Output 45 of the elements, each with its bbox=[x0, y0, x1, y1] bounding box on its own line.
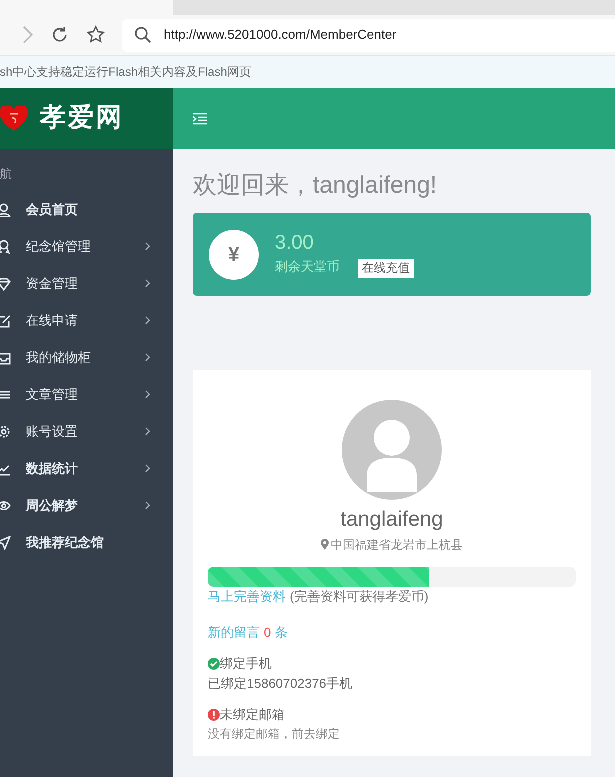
sidebar-item[interactable]: 纪念馆管理 bbox=[0, 228, 173, 265]
edit-icon bbox=[0, 314, 11, 328]
heart-logo-icon bbox=[0, 106, 28, 132]
yen-icon: ¥ bbox=[209, 230, 259, 280]
avatar-silhouette-icon bbox=[342, 400, 442, 500]
reload-icon[interactable] bbox=[50, 25, 70, 45]
sidebar-item[interactable]: 账号设置 bbox=[0, 413, 173, 450]
message-count: 0 bbox=[264, 624, 272, 642]
sidebar-item[interactable]: 会员首页 bbox=[0, 191, 173, 228]
menu-indent-icon[interactable] bbox=[193, 112, 207, 124]
map-pin-icon bbox=[321, 539, 329, 550]
sidebar-item[interactable]: 周公解梦 bbox=[0, 487, 173, 524]
address-bar[interactable]: http://www.5201000.com/MemberCenter bbox=[122, 18, 615, 52]
url-text: http://www.5201000.com/MemberCenter bbox=[164, 26, 397, 44]
diamond-icon bbox=[0, 276, 11, 290]
binding-title: 绑定手机 bbox=[220, 655, 272, 673]
balance-label: 剩余天堂币 bbox=[275, 258, 340, 276]
logo-text: 孝爱网 bbox=[40, 102, 124, 135]
notice-text: sh中心支持稳定运行Flash相关内容及Flash网页 bbox=[0, 64, 252, 81]
send-icon bbox=[0, 536, 11, 550]
gear-icon bbox=[0, 424, 11, 438]
binding-detail: 没有绑定邮箱，前去绑定 bbox=[208, 726, 340, 742]
username: tanglaifeng bbox=[340, 507, 444, 533]
balance-amount: 3.00 bbox=[275, 231, 315, 255]
welcome-heading: 欢迎回来，tanglaifeng! bbox=[193, 171, 438, 201]
eye-icon bbox=[0, 498, 11, 512]
complete-profile-note: (完善资料可获得孝爱币) bbox=[290, 588, 429, 606]
sidebar-item[interactable]: 数据统计 bbox=[0, 450, 173, 487]
sidebar-item[interactable]: 我推荐纪念馆 bbox=[0, 524, 173, 561]
sidebar-item[interactable]: 在线申请 bbox=[0, 302, 173, 339]
message-unit: 条 bbox=[275, 624, 288, 642]
section-label: 航 bbox=[0, 166, 12, 183]
sidebar-item[interactable]: 资金管理 bbox=[0, 265, 173, 302]
forward-icon[interactable] bbox=[22, 26, 34, 44]
inbox-icon bbox=[0, 350, 11, 364]
award-icon bbox=[0, 240, 11, 254]
location-text: 中国福建省龙岩市上杭县 bbox=[331, 536, 463, 554]
binding-title: 未绑定邮箱 bbox=[220, 706, 285, 724]
binding-detail: 已绑定15860702376手机 bbox=[208, 674, 353, 692]
user-icon bbox=[0, 202, 11, 216]
sidebar-item[interactable]: 文章管理 bbox=[0, 376, 173, 413]
star-icon[interactable] bbox=[86, 25, 106, 45]
recharge-button[interactable]: 在线充值 bbox=[358, 259, 414, 278]
sidebar-item[interactable]: 我的储物柜 bbox=[0, 339, 173, 376]
search-icon bbox=[134, 26, 152, 44]
